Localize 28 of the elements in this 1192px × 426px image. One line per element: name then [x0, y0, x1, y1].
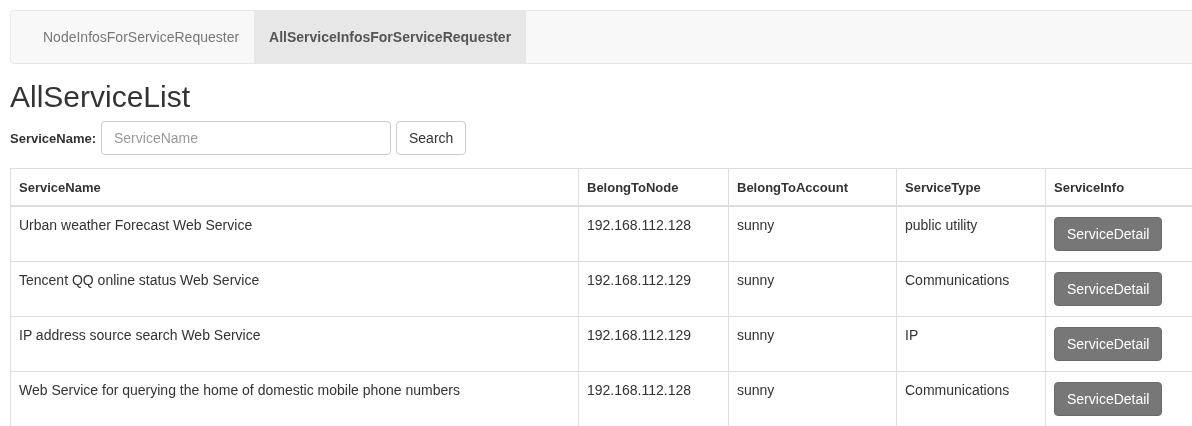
table-cell: Web Service for querying the home of domestic mobile phone numbers — [10, 371, 579, 426]
search-button[interactable]: Search — [396, 121, 467, 155]
table-cell: sunny — [728, 206, 897, 262]
table-cell: 192.168.112.129 — [578, 316, 729, 372]
column-header: ServiceName — [10, 168, 579, 206]
table-cell: Communications — [896, 261, 1046, 317]
table-cell: sunny — [728, 316, 897, 372]
column-header: ServiceInfo — [1045, 168, 1192, 206]
column-header: BelongToNode — [578, 168, 729, 206]
page-title: AllServiceList — [10, 80, 192, 113]
table-cell: 192.168.112.128 — [578, 206, 729, 262]
column-header: BelongToAccount — [728, 168, 897, 206]
table-cell: sunny — [728, 261, 897, 317]
table-cell: 192.168.112.129 — [578, 261, 729, 317]
service-detail-button[interactable]: ServiceDetail — [1054, 217, 1163, 251]
service-detail-button[interactable]: ServiceDetail — [1054, 382, 1163, 416]
column-header: ServiceType — [896, 168, 1046, 206]
nav-tab[interactable]: AllServiceInfosForServiceRequester — [254, 11, 527, 63]
table-cell: IP — [896, 316, 1046, 372]
field-label: ServiceName: — [10, 130, 96, 146]
nav-tab[interactable]: NodeInfosForServiceRequester — [11, 11, 255, 63]
table-cell: Urban weather Forecast Web Service — [10, 206, 579, 262]
table-cell: IP address source search Web Service — [10, 316, 579, 372]
service-detail-button[interactable]: ServiceDetail — [1054, 327, 1163, 361]
search-field[interactable]: ServiceName — [101, 121, 391, 155]
service-detail-button[interactable]: ServiceDetail — [1054, 272, 1163, 306]
table-cell: Tencent QQ online status Web Service — [10, 261, 579, 317]
table-cell: public utility — [896, 206, 1046, 262]
